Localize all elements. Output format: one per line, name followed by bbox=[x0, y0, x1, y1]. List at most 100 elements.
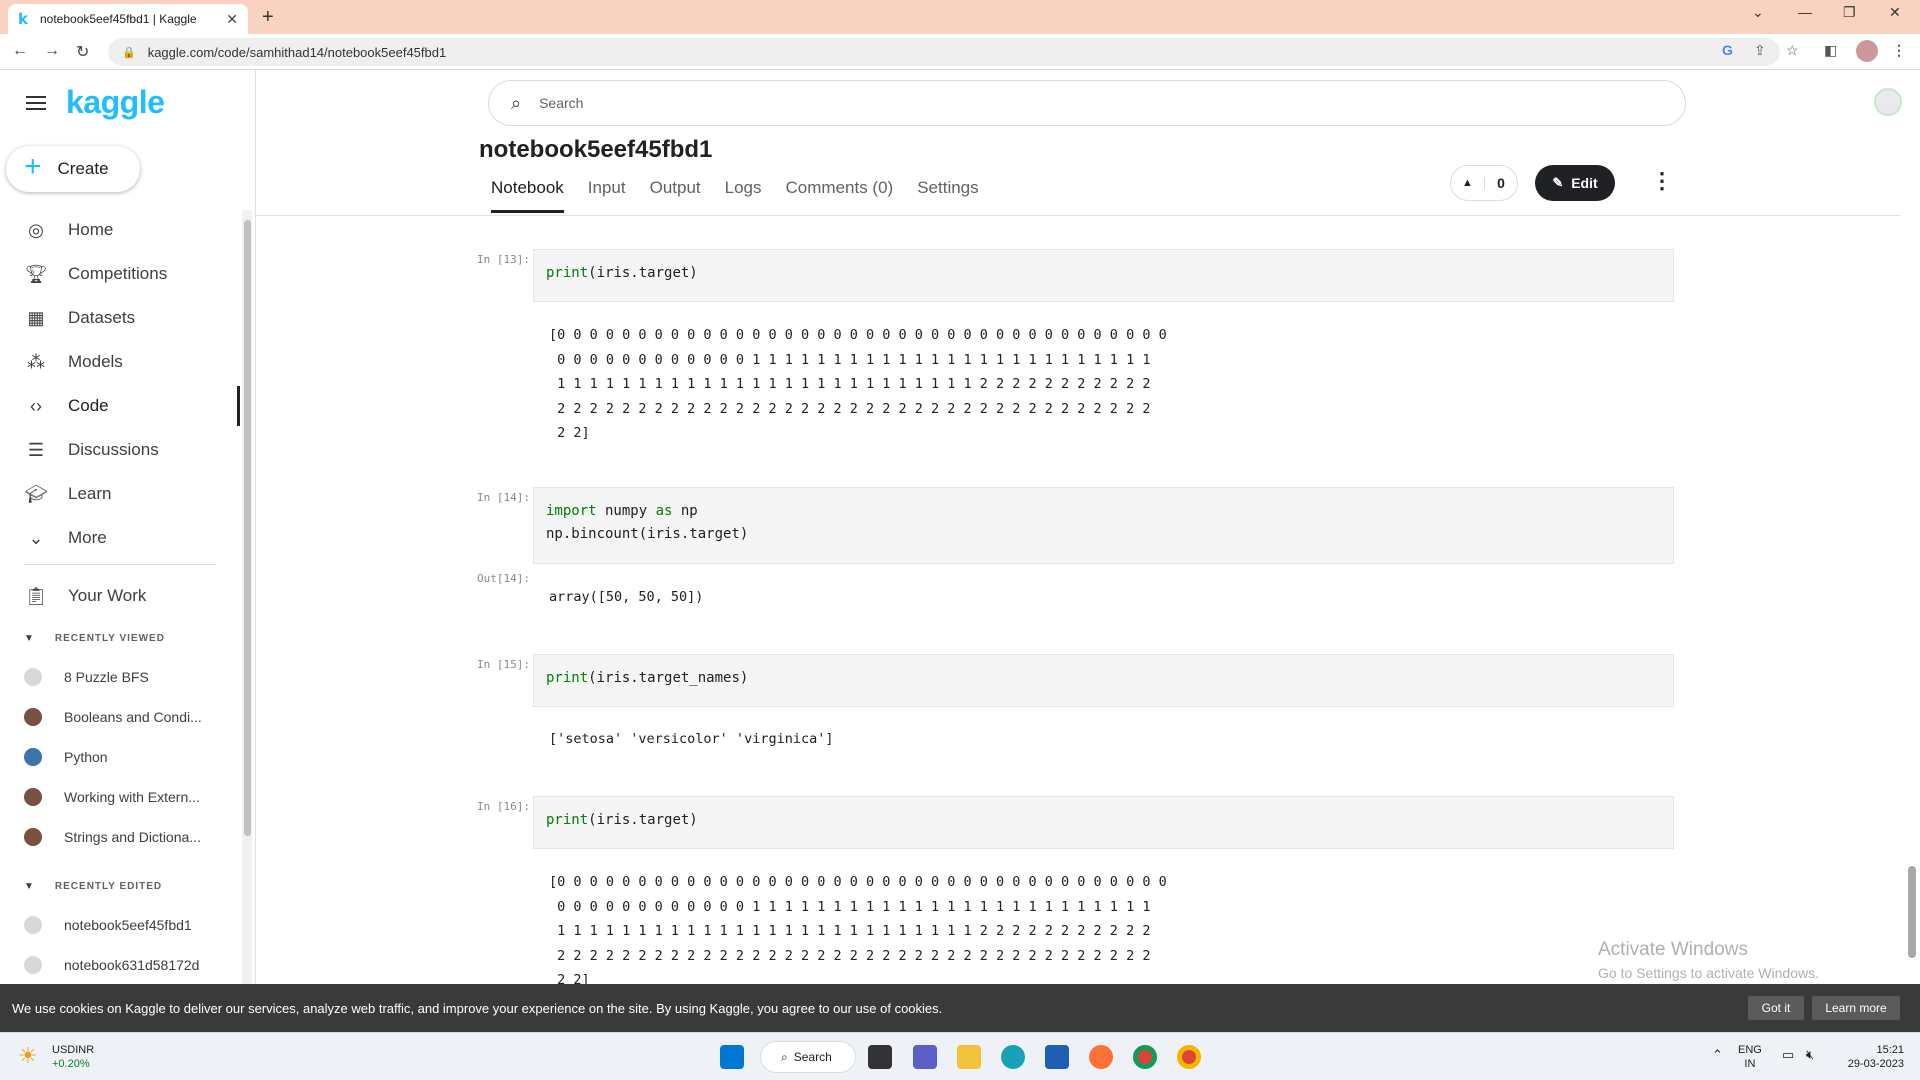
code-function: print bbox=[546, 265, 589, 281]
browser-menu-icon[interactable]: ⋮ bbox=[1892, 42, 1906, 59]
edit-button[interactable]: ✎ Edit bbox=[1535, 165, 1615, 201]
nav-item-your-work[interactable]: 📋︎ Your Work bbox=[0, 574, 240, 618]
tab-comments[interactable]: Comments (0) bbox=[786, 178, 894, 213]
avatar bbox=[24, 788, 42, 806]
plus-icon: + bbox=[24, 150, 42, 183]
profile-avatar[interactable] bbox=[1856, 40, 1878, 62]
task-view-icon[interactable] bbox=[868, 1045, 892, 1069]
got-it-button[interactable]: Got it bbox=[1748, 996, 1804, 1020]
models-icon: ⁂ bbox=[27, 351, 45, 372]
code-cell[interactable]: import numpy as np np.bincount(iris.targ… bbox=[533, 487, 1674, 564]
kaggle-logo[interactable]: kaggle bbox=[66, 84, 165, 121]
tray-chevron-icon[interactable]: ⌃ bbox=[1712, 1047, 1723, 1063]
taskbar-search[interactable]: ⌕ Search bbox=[760, 1041, 856, 1073]
sidebar-scrollbar[interactable] bbox=[242, 210, 252, 984]
nav-item-models[interactable]: ⁂ Models bbox=[0, 340, 240, 384]
ticker-widget[interactable]: USDINR +0.20% bbox=[52, 1043, 94, 1071]
chrome-icon[interactable] bbox=[1133, 1045, 1157, 1069]
tab-search-chevron-icon[interactable]: ⌄ bbox=[1752, 4, 1764, 21]
close-window-icon[interactable]: ✕ bbox=[1889, 4, 1901, 21]
share-icon[interactable]: ⇪ bbox=[1754, 42, 1766, 59]
store-icon[interactable] bbox=[1045, 1045, 1069, 1069]
recent-item[interactable]: Strings and Dictiona... bbox=[24, 828, 224, 846]
clock[interactable]: 15:21 29-03-2023 bbox=[1834, 1043, 1904, 1071]
tab-logs[interactable]: Logs bbox=[725, 178, 762, 213]
sidebar-scroll-thumb[interactable] bbox=[244, 220, 251, 836]
nav-item-discussions[interactable]: ☰ Discussions bbox=[0, 428, 240, 472]
main-scrollbar[interactable] bbox=[1906, 138, 1918, 984]
header-divider bbox=[256, 215, 1900, 216]
bookmark-star-icon[interactable]: ☆ bbox=[1786, 42, 1799, 59]
upvote-arrow-icon[interactable]: ▲ bbox=[1451, 177, 1485, 189]
code-icon: ‹› bbox=[30, 395, 42, 416]
google-icon[interactable]: G bbox=[1722, 42, 1733, 58]
sidebar-divider bbox=[24, 564, 216, 565]
learn-more-button[interactable]: Learn more bbox=[1812, 996, 1900, 1020]
nav-item-datasets[interactable]: ▦ Datasets bbox=[0, 296, 240, 340]
user-avatar[interactable] bbox=[1874, 88, 1902, 116]
search-icon: ⌕ bbox=[781, 1049, 788, 1064]
volume-muted-icon[interactable]: 🔇︎ bbox=[1806, 1047, 1814, 1063]
recent-item-label: Python bbox=[64, 749, 108, 765]
create-button[interactable]: + Create bbox=[6, 146, 140, 192]
lock-icon: 🔒 bbox=[122, 46, 136, 59]
firefox-icon[interactable] bbox=[1089, 1045, 1113, 1069]
tab-notebook[interactable]: Notebook bbox=[491, 178, 564, 213]
hamburger-menu-icon[interactable] bbox=[26, 96, 46, 110]
pencil-icon: ✎ bbox=[1552, 175, 1564, 190]
recent-item[interactable]: 8 Puzzle BFS bbox=[24, 668, 224, 686]
weather-widget-icon[interactable]: ☀ bbox=[18, 1043, 38, 1069]
side-panel-icon[interactable]: ◧ bbox=[1824, 42, 1837, 59]
code-text: np bbox=[672, 503, 698, 519]
windows-taskbar: ☀ USDINR +0.20% ⌕ Search ⌃ ENG IN ▭ 🔇︎ 15… bbox=[0, 1032, 1920, 1080]
nav-item-learn[interactable]: 🎓︎ Learn bbox=[0, 472, 240, 516]
network-icon[interactable]: ▭ bbox=[1782, 1047, 1794, 1063]
url-field[interactable]: 🔒 kaggle.com/code/samhithad14/notebook5e… bbox=[108, 38, 1780, 66]
recently-viewed-header[interactable]: ▼ RECENTLY VIEWED bbox=[24, 633, 165, 644]
nav-label: Home bbox=[68, 220, 114, 239]
nav-item-code[interactable]: ‹› Code bbox=[0, 384, 240, 428]
recent-edited-item[interactable]: notebook5eef45fbd1 bbox=[24, 916, 224, 934]
main-scroll-thumb[interactable] bbox=[1908, 866, 1916, 958]
edge-icon[interactable] bbox=[1001, 1045, 1025, 1069]
language-indicator[interactable]: ENG IN bbox=[1738, 1043, 1762, 1071]
chrome-profile-icon[interactable] bbox=[1177, 1045, 1201, 1069]
forward-icon[interactable]: → bbox=[44, 42, 60, 60]
new-tab-icon[interactable]: + bbox=[262, 6, 274, 29]
nav-item-more[interactable]: ⌄ More bbox=[0, 516, 240, 560]
nav-item-competitions[interactable]: 🏆︎ Competitions bbox=[0, 252, 240, 296]
teams-icon[interactable] bbox=[913, 1045, 937, 1069]
watermark-title: Activate Windows bbox=[1598, 939, 1748, 960]
discussion-icon: ☰ bbox=[27, 439, 45, 460]
code-cell[interactable]: print(iris.target_names) bbox=[533, 654, 1674, 707]
recently-edited-header[interactable]: ▼ RECENTLY EDITED bbox=[24, 881, 162, 892]
back-icon[interactable]: ← bbox=[12, 42, 28, 60]
vote-count: 0 bbox=[1497, 175, 1505, 191]
code-cell[interactable]: print(iris.target) bbox=[533, 249, 1674, 302]
tab-settings[interactable]: Settings bbox=[917, 178, 978, 213]
recent-item[interactable]: Python bbox=[24, 748, 224, 766]
caret-down-icon: ▼ bbox=[24, 633, 35, 644]
watermark-subtitle: Go to Settings to activate Windows. bbox=[1598, 965, 1819, 981]
reload-icon[interactable]: ↻ bbox=[76, 42, 89, 62]
code-text: numpy bbox=[596, 503, 656, 519]
file-explorer-icon[interactable] bbox=[957, 1045, 981, 1069]
search-input[interactable]: ⌕ Search bbox=[488, 80, 1686, 126]
windows-start-icon[interactable] bbox=[720, 1045, 744, 1069]
recent-edited-item[interactable]: notebook631d58172d bbox=[24, 956, 224, 974]
close-tab-icon[interactable]: ✕ bbox=[226, 11, 238, 28]
tab-title: notebook5eef45fbd1 | Kaggle bbox=[39, 12, 197, 26]
cell-prompt: In [14]: bbox=[477, 491, 530, 504]
notebook-tabs: Notebook Input Output Logs Comments (0) … bbox=[491, 178, 1003, 213]
nav-item-home[interactable]: ◎ Home bbox=[0, 208, 240, 252]
tab-output[interactable]: Output bbox=[650, 178, 701, 213]
recent-item[interactable]: Booleans and Condi... bbox=[24, 708, 224, 726]
more-options-icon[interactable]: ⋮ bbox=[1651, 170, 1673, 192]
kaggle-favicon-icon: k bbox=[18, 10, 28, 28]
recent-item[interactable]: Working with Extern... bbox=[24, 788, 224, 806]
code-cell[interactable]: print(iris.target) bbox=[533, 796, 1674, 849]
tab-input[interactable]: Input bbox=[588, 178, 626, 213]
minimize-icon[interactable]: — bbox=[1798, 4, 1812, 20]
browser-tab[interactable]: k notebook5eef45fbd1 | Kaggle ✕ bbox=[8, 4, 248, 34]
restore-icon[interactable]: ❐ bbox=[1843, 4, 1856, 21]
